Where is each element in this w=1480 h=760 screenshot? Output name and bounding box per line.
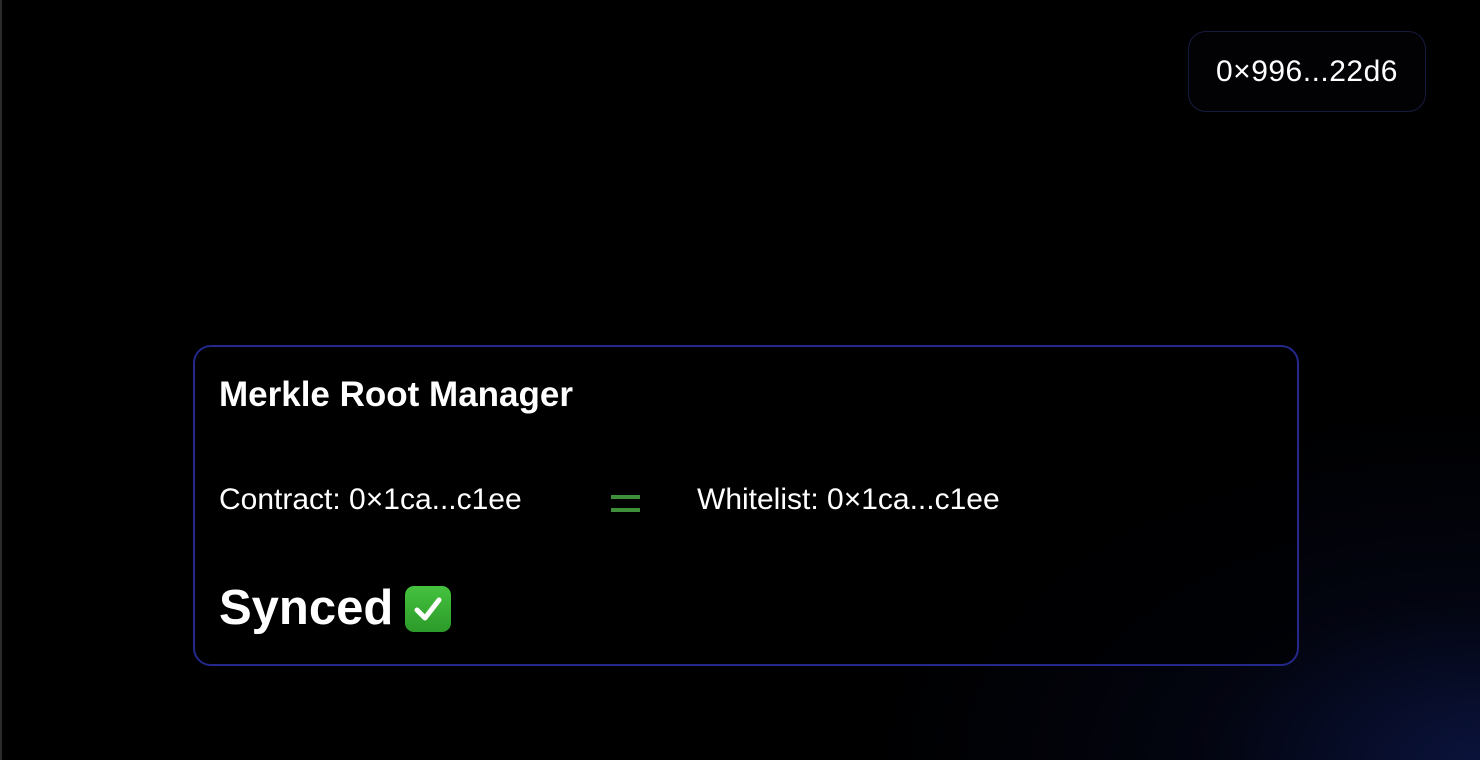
- equals-icon: [611, 483, 697, 517]
- card-title: Merkle Root Manager: [219, 375, 573, 414]
- root-comparison-row: Contract: 0×1ca...c1ee Whitelist: 0×1ca.…: [219, 483, 1000, 517]
- sync-status-text: Synced: [219, 581, 394, 635]
- whitelist-root-label: Whitelist: 0×1ca...c1ee: [697, 483, 1000, 516]
- contract-root-label: Contract: 0×1ca...c1ee: [219, 483, 522, 516]
- sync-status: Synced: [219, 581, 452, 635]
- check-mark-icon: [405, 585, 452, 632]
- wallet-address-button[interactable]: 0×996...22d6: [1188, 31, 1426, 112]
- window-left-edge: [0, 0, 2, 760]
- merkle-root-card: Merkle Root Manager Contract: 0×1ca...c1…: [193, 345, 1299, 666]
